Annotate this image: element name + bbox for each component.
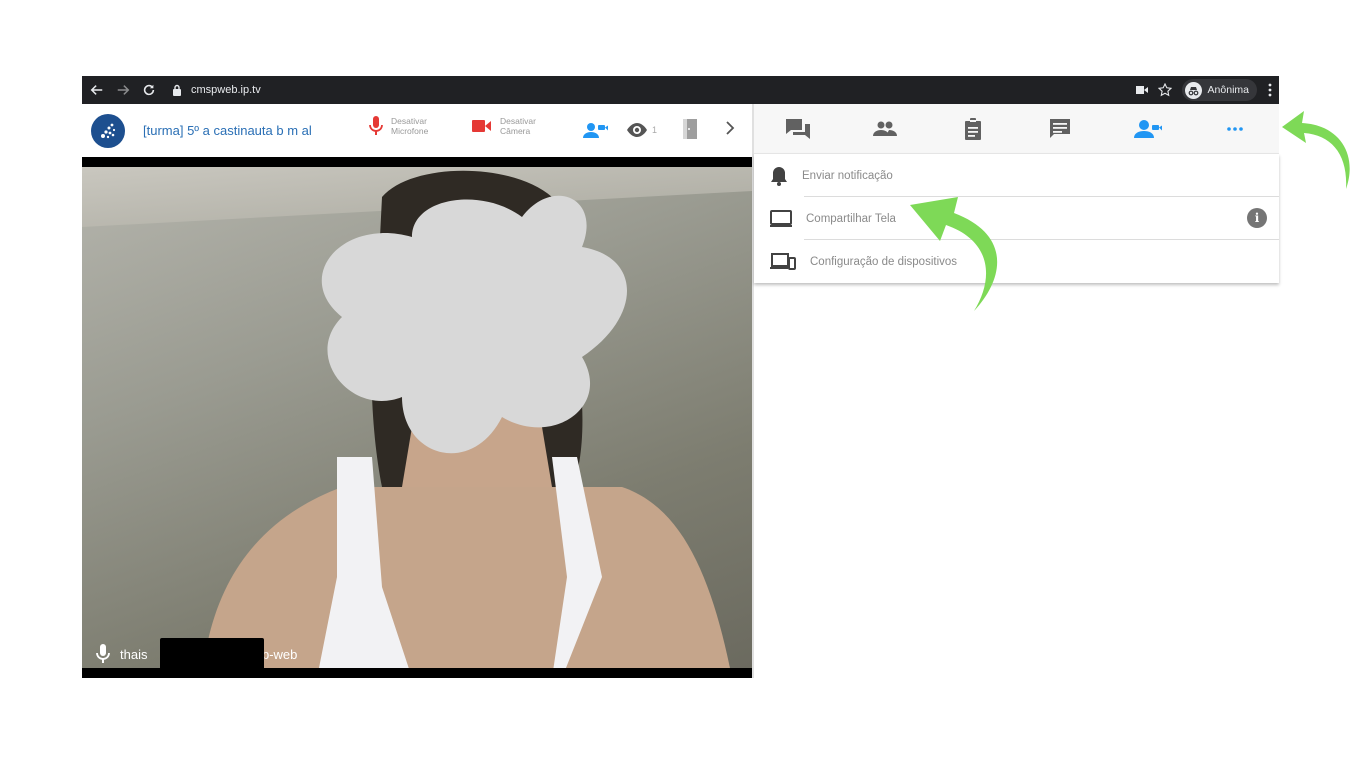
forum-icon xyxy=(785,118,810,139)
mic-label-line1: Desativar xyxy=(391,116,427,126)
browser-actions: Anônima xyxy=(1135,79,1273,101)
participant-name-prefix: thais xyxy=(120,646,148,662)
camera-indicator-icon[interactable] xyxy=(1135,85,1148,95)
disable-camera-button[interactable]: Desativar Câmera xyxy=(472,116,536,136)
kebab-menu-icon[interactable] xyxy=(1267,83,1273,97)
side-panel: Enviar notificação Compartilhar Tela i C… xyxy=(752,104,1279,678)
app-frame: cmspweb.ip.tv Anônima [turma] 5º a casti… xyxy=(82,76,1279,678)
room-title: [turma] 5º a castinauta b m al xyxy=(143,123,312,138)
reload-button[interactable] xyxy=(138,79,160,101)
bell-icon xyxy=(771,166,787,186)
devices-icon xyxy=(770,252,796,270)
menu-item-share-screen[interactable]: Compartilhar Tela i xyxy=(754,197,1279,240)
microphone-icon xyxy=(96,644,110,663)
forward-button[interactable] xyxy=(112,79,134,101)
meeting-toolbar: [turma] 5º a castinauta b m al Desativar… xyxy=(82,104,752,157)
message-icon xyxy=(1050,118,1071,138)
annotation-arrow-share xyxy=(910,197,998,311)
participant-silhouette xyxy=(202,170,732,678)
panel-tabs xyxy=(754,104,1279,154)
info-icon[interactable]: i xyxy=(1247,208,1267,228)
annotation-arrow-more xyxy=(1282,111,1350,189)
profile-button[interactable]: Anônima xyxy=(1181,79,1257,101)
more-horizontal-icon xyxy=(1227,126,1244,131)
menu-item-send-notification[interactable]: Enviar notificação xyxy=(754,154,1279,197)
video-camera-icon xyxy=(472,119,492,133)
video-bottom-bar xyxy=(82,668,752,678)
exit-room-button[interactable] xyxy=(682,118,698,140)
name-redaction xyxy=(160,638,264,670)
webcam-user-icon xyxy=(583,123,608,138)
cam-label-line2: Câmera xyxy=(500,126,531,136)
cam-label-line1: Desativar xyxy=(500,116,536,126)
profile-label: Anônima xyxy=(1207,84,1249,96)
mic-label: Desativar Microfone xyxy=(391,116,428,136)
url-text: cmspweb.ip.tv xyxy=(191,84,261,96)
reload-icon xyxy=(143,84,155,96)
address-bar[interactable]: cmspweb.ip.tv xyxy=(168,80,1068,100)
arrow-right-icon xyxy=(117,85,130,95)
back-button[interactable] xyxy=(86,79,108,101)
tab-notes[interactable] xyxy=(929,104,1017,154)
viewers-button[interactable]: 1 xyxy=(626,122,657,138)
lock-icon xyxy=(173,84,181,96)
mic-label-line2: Microfone xyxy=(391,126,429,136)
more-options-menu: Enviar notificação Compartilhar Tela i C… xyxy=(754,154,1279,283)
toolbar-next-button[interactable] xyxy=(725,120,735,136)
video-feed: thais sp-web xyxy=(82,157,752,678)
browser-chrome: cmspweb.ip.tv Anônima xyxy=(82,76,1279,104)
tab-participants[interactable] xyxy=(842,104,930,154)
clipboard-icon xyxy=(964,117,981,140)
star-icon[interactable] xyxy=(1157,83,1172,97)
microphone-icon xyxy=(369,116,383,136)
camera-label: Desativar Câmera xyxy=(500,116,536,136)
menu-item-label: Compartilhar Tela xyxy=(806,212,896,225)
app-logo-icon xyxy=(101,123,116,138)
raise-hand-button[interactable] xyxy=(582,121,608,139)
monitor-icon xyxy=(770,209,792,227)
menu-item-device-settings[interactable]: Configuração de dispositivos xyxy=(754,240,1279,283)
app-logo[interactable] xyxy=(91,113,125,148)
door-icon xyxy=(683,119,697,139)
tab-chat-forum[interactable] xyxy=(754,104,842,154)
eye-icon xyxy=(627,123,647,137)
tab-more[interactable] xyxy=(1192,104,1280,154)
tab-webcam[interactable] xyxy=(1104,104,1192,154)
viewer-count: 1 xyxy=(652,125,658,135)
menu-item-label: Enviar notificação xyxy=(802,169,893,182)
people-icon xyxy=(873,121,898,136)
chevron-right-icon xyxy=(726,121,735,135)
webcam-user-icon xyxy=(1133,119,1162,138)
tab-messages[interactable] xyxy=(1017,104,1105,154)
arrow-left-icon xyxy=(90,85,103,95)
incognito-icon xyxy=(1184,81,1202,99)
mute-mic-button[interactable]: Desativar Microfone xyxy=(369,116,428,136)
